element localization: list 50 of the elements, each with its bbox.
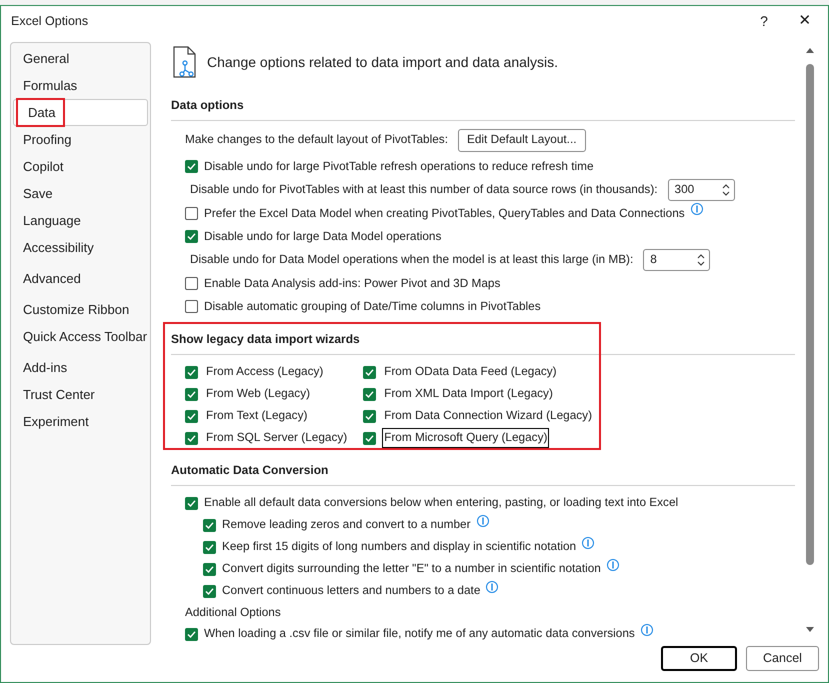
sidebar-item[interactable]: Data bbox=[13, 99, 148, 126]
sidebar-item[interactable]: Save bbox=[11, 180, 150, 207]
checkbox-label: Enable Data Analysis add-ins: Power Pivot and 3D Maps bbox=[204, 274, 500, 292]
checkbox-label: Convert continuous letters and numbers to a date bbox=[222, 582, 480, 600]
checkbox-label: Convert digits surrounding the letter "E" to a number in scientific notation bbox=[222, 560, 601, 578]
sidebar-item[interactable]: Experiment bbox=[11, 408, 150, 435]
sidebar-item[interactable]: Copilot bbox=[11, 153, 150, 180]
section-title: Data options bbox=[171, 97, 245, 114]
section-title: Automatic Data Conversion bbox=[171, 462, 330, 479]
dialog-button[interactable]: OK bbox=[661, 646, 737, 671]
highlight-frame: Data bbox=[16, 98, 66, 127]
spin-field[interactable]: 300 bbox=[668, 179, 735, 201]
subsection-label: Additional Options bbox=[185, 604, 281, 621]
sidebar-item[interactable]: Trust Center bbox=[11, 381, 150, 408]
field-label: Disable undo for Data Model operations when the model is at least this large (in MB): bbox=[190, 251, 634, 268]
sidebar-item[interactable]: Advanced bbox=[11, 265, 150, 292]
sidebar-item[interactable]: Customize Ribbon bbox=[11, 296, 150, 323]
sidebar-item[interactable]: Language bbox=[11, 207, 150, 234]
checkbox-label: When loading a .csv file or similar file, notify me of any automatic data conversions bbox=[204, 625, 635, 642]
checkbox-label: From SQL Server (Legacy) bbox=[205, 429, 348, 446]
checkbox-label: From Web (Legacy) bbox=[205, 385, 312, 402]
checkbox-label: From Access (Legacy) bbox=[205, 363, 324, 380]
dialog-button[interactable]: Cancel bbox=[746, 646, 819, 671]
checkbox-label: From Microsoft Query (Legacy) bbox=[382, 428, 550, 448]
checkbox-label: Disable undo for large PivotTable refresh operations to reduce refresh time bbox=[204, 158, 594, 175]
edit-layout-button[interactable]: Edit Default Layout... bbox=[458, 128, 586, 152]
checkbox-label: Disable undo for large Data Model operations bbox=[204, 228, 442, 245]
spin-field[interactable]: 8 bbox=[643, 249, 710, 271]
checkbox-label: From Text (Legacy) bbox=[205, 407, 308, 424]
header-text: Change options related to data import and data analysis. bbox=[207, 52, 558, 72]
checkbox-label: From OData Data Feed (Legacy) bbox=[383, 363, 558, 380]
checkbox-label: From XML Data Import (Legacy) bbox=[383, 385, 554, 402]
sidebar-item[interactable]: Formulas bbox=[11, 72, 150, 99]
section-title: Show legacy data import wizards bbox=[171, 331, 361, 348]
checkbox-label: Enable all default data conversions below when entering, pasting, or loading text into Excel bbox=[204, 494, 678, 512]
close-button[interactable]: ✕ bbox=[782, 8, 828, 34]
sidebar-item[interactable]: Add-ins bbox=[11, 354, 150, 381]
help-button[interactable]: ? bbox=[746, 8, 782, 34]
window-title: Excel Options bbox=[11, 12, 88, 30]
field-label: Disable undo for PivotTables with at least this number of data source rows (in thousands): bbox=[190, 181, 658, 198]
sidebar-item[interactable]: Quick Access Toolbar bbox=[11, 323, 150, 350]
checkbox-label: Disable automatic grouping of Date/Time columns in PivotTables bbox=[204, 298, 541, 315]
checkbox-label: Remove leading zeros and convert to a number bbox=[222, 516, 471, 534]
sidebar-item[interactable]: Accessibility bbox=[11, 234, 150, 261]
sidebar-item[interactable]: General bbox=[11, 45, 150, 72]
checkbox-label: From Data Connection Wizard (Legacy) bbox=[383, 407, 594, 424]
sidebar-item[interactable]: Proofing bbox=[11, 126, 150, 153]
field-label: Make changes to the default layout of PivotTables: bbox=[185, 131, 448, 148]
checkbox-label: Keep first 15 digits of long numbers and display in scientific notation bbox=[222, 538, 576, 556]
checkbox-label: Prefer the Excel Data Model when creating PivotTables, QueryTables and Data Connections bbox=[204, 204, 685, 222]
